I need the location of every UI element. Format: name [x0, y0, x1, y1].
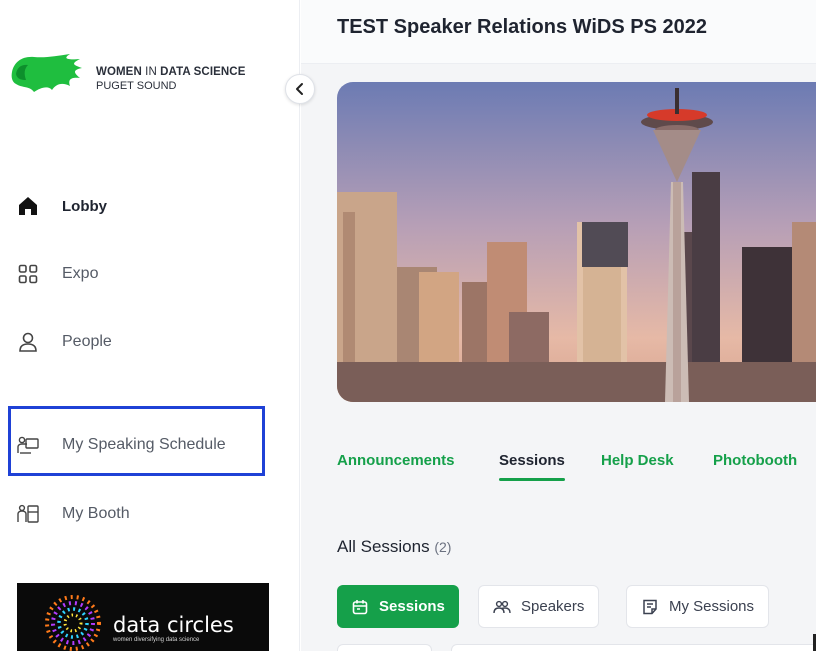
- filter-speakers-button[interactable]: Speakers: [478, 585, 600, 628]
- tab-sessions[interactable]: Sessions: [499, 452, 565, 481]
- wids-logo[interactable]: WOMEN IN DATA SCIENCE PUGET SOUND: [8, 50, 278, 100]
- brand-name: WOMEN IN DATA SCIENCE: [96, 66, 246, 78]
- sponsor-subtitle: women diversifying data science: [113, 637, 200, 643]
- event-header: TEST Speaker Relations WiDS PS 2022: [301, 0, 816, 64]
- tab-photobooth[interactable]: Photobooth: [713, 452, 797, 469]
- tab-announcements[interactable]: Announcements: [337, 452, 455, 469]
- sponsor-banner[interactable]: data circles women diversifying data sci…: [17, 583, 269, 651]
- wids-logo-icon: [11, 54, 82, 92]
- sidebar-item-label: Lobby: [62, 197, 107, 215]
- sidebar-item-people[interactable]: People: [16, 325, 112, 359]
- sponsor-title: data circles: [113, 613, 234, 637]
- page-title: TEST Speaker Relations WiDS PS 2022: [337, 16, 707, 38]
- event-banner-image: [337, 82, 816, 402]
- calendar-icon: [351, 598, 369, 616]
- sidebar-item-my-booth[interactable]: My Booth: [16, 497, 130, 531]
- sessions-count: (2): [434, 539, 452, 555]
- filter-chip[interactable]: [337, 644, 432, 651]
- home-icon: [16, 194, 40, 218]
- search-input[interactable]: [451, 644, 816, 651]
- sidebar-item-expo[interactable]: Expo: [16, 257, 98, 291]
- bookmark-note-icon: [641, 598, 659, 616]
- sidebar-item-label: Expo: [62, 265, 99, 282]
- grid-icon: [16, 262, 40, 286]
- filter-sessions-button[interactable]: Sessions: [337, 585, 459, 628]
- sidebar-item-lobby[interactable]: Lobby: [16, 189, 107, 223]
- booth-icon: [16, 502, 40, 526]
- brand-subtitle: PUGET SOUND: [96, 80, 177, 92]
- collapse-sidebar-button[interactable]: [285, 74, 315, 104]
- filter-my-sessions-button[interactable]: My Sessions: [626, 585, 770, 628]
- speakers-icon: [493, 598, 511, 616]
- sidebar: WOMEN IN DATA SCIENCE PUGET SOUND Lobby …: [0, 0, 300, 651]
- sidebar-item-label: My Booth: [62, 505, 130, 522]
- chevron-left-icon: [296, 83, 303, 95]
- main-content: TEST Speaker Relations WiDS PS 2022 Anno…: [301, 0, 816, 651]
- sidebar-item-label: People: [62, 333, 112, 350]
- person-icon: [16, 330, 40, 354]
- tab-help-desk[interactable]: Help Desk: [601, 452, 674, 469]
- highlight-box: [8, 406, 265, 476]
- sessions-heading: All Sessions (2): [337, 537, 452, 556]
